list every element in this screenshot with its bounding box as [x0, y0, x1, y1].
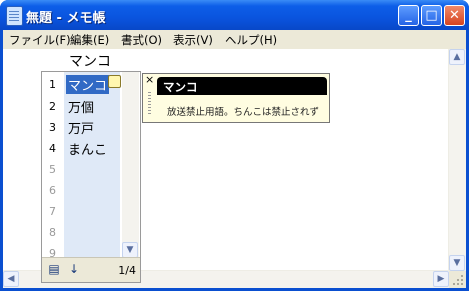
title-bar[interactable]: 無題 - メモ帳 _ □ ✕	[0, 0, 469, 30]
comment-icon[interactable]	[108, 75, 121, 88]
candidate-number: 8	[49, 226, 56, 239]
candidate-page-indicator: 1/4	[118, 264, 136, 277]
close-button[interactable]: ✕	[444, 5, 465, 26]
candidate-number: 3	[49, 121, 56, 134]
candidate-numbers: 1 2 3 4 5 6 7 8 9	[42, 72, 64, 260]
scroll-left-button[interactable]: ◀	[3, 271, 19, 287]
candidate-item[interactable]: 万戸	[68, 118, 94, 137]
candidate-item[interactable]: まんこ	[68, 139, 107, 158]
tooltip-close-icon[interactable]: ×	[145, 73, 154, 86]
candidate-comment-tooltip: × マンコ 放送禁止用語。ちんこは禁止されず	[142, 73, 330, 123]
notepad-window: 無題 - メモ帳 _ □ ✕ ファイル(F) 編集(E) 書式(O) 表示(V)…	[0, 0, 469, 291]
candidate-number: 7	[49, 205, 56, 218]
candidate-number: 4	[49, 142, 56, 155]
candidate-item-selected[interactable]: マンコ	[66, 75, 110, 94]
text-editor-area[interactable]: マンコ ▲ ▼ ◀ ▶ 1 2 3 4 5 6 7 8 9 マンコ 万個 万戸 …	[3, 49, 466, 288]
tooltip-body: 放送禁止用語。ちんこは禁止されず	[167, 107, 320, 118]
menu-bar: ファイル(F) 編集(E) 書式(O) 表示(V) ヘルプ(H)	[3, 30, 466, 49]
menu-format[interactable]: 書式(O)	[121, 32, 162, 48]
vertical-scrollbar[interactable]: ▲ ▼	[448, 49, 466, 271]
window-title: 無題 - メモ帳	[26, 11, 106, 26]
scroll-right-button[interactable]: ▶	[433, 271, 449, 287]
tooltip-grip-icon[interactable]	[148, 92, 151, 114]
candidate-scroll-down-button[interactable]: ▼	[122, 242, 138, 258]
maximize-button[interactable]: □	[421, 5, 442, 26]
candidate-number: 2	[49, 100, 56, 113]
tooltip-header: マンコ	[157, 77, 327, 95]
menu-edit[interactable]: 編集(E)	[70, 32, 109, 48]
candidate-sort-icon[interactable]: ↓	[67, 262, 81, 276]
candidate-scrollbar[interactable]: ▼	[122, 72, 139, 258]
candidate-number: 5	[49, 163, 56, 176]
candidate-number: 6	[49, 184, 56, 197]
candidate-number: 1	[49, 78, 56, 91]
ime-candidate-window: 1 2 3 4 5 6 7 8 9 マンコ 万個 万戸 まんこ ▼ ▤ ↓ 1/…	[41, 71, 141, 283]
candidate-footer: ▤ ↓ 1/4	[42, 257, 140, 282]
menu-view[interactable]: 表示(V)	[173, 32, 213, 48]
editor-text: マンコ	[69, 54, 111, 70]
scroll-up-button[interactable]: ▲	[449, 49, 465, 65]
candidate-view-icon[interactable]: ▤	[47, 262, 61, 276]
scroll-down-button[interactable]: ▼	[449, 255, 465, 271]
minimize-button[interactable]: _	[398, 5, 419, 26]
tooltip-title: マンコ	[163, 80, 198, 94]
menu-help[interactable]: ヘルプ(H)	[225, 32, 277, 48]
notepad-icon	[6, 6, 23, 26]
menu-file[interactable]: ファイル(F)	[9, 32, 71, 48]
candidate-list: マンコ 万個 万戸 まんこ	[64, 72, 120, 258]
candidate-item[interactable]: 万個	[68, 97, 94, 116]
resize-grip-icon[interactable]	[449, 271, 466, 288]
